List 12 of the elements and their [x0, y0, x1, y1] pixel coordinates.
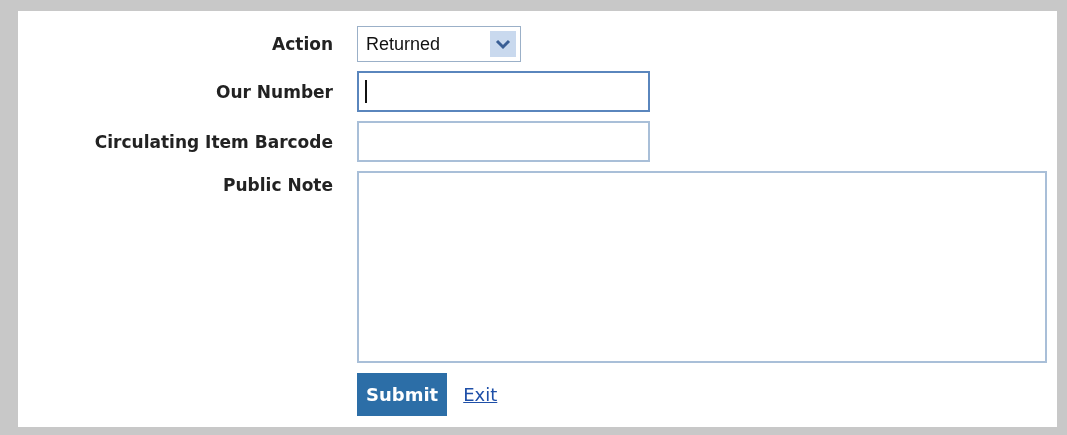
field-label: Our Number [216, 81, 333, 102]
input-field[interactable] [357, 71, 650, 112]
input-field[interactable] [357, 121, 650, 162]
chevron-down-icon [490, 31, 516, 57]
text-cursor [365, 80, 367, 103]
note-textarea[interactable] [357, 171, 1047, 363]
field-label: Action [272, 34, 333, 54]
field-label: Public Note [223, 174, 333, 195]
field-label: Circulating Item Barcode [94, 131, 333, 152]
exit-link[interactable]: Exit [463, 384, 498, 405]
submit-button[interactable]: Submit [357, 373, 448, 416]
action-dropdown[interactable]: Returned [357, 26, 521, 62]
